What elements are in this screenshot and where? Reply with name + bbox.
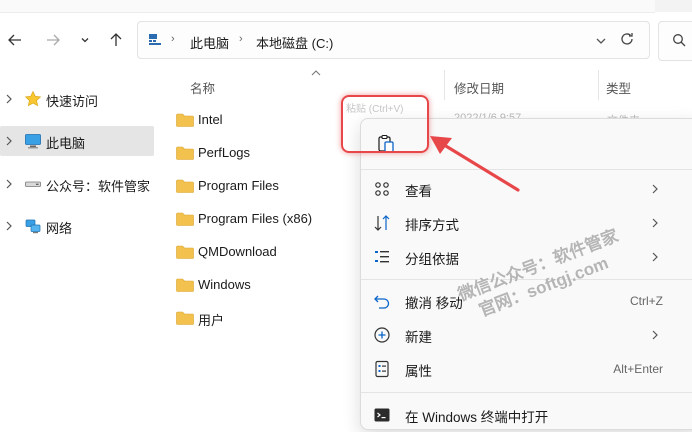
active-tab[interactable] — [0, 0, 655, 13]
list-item[interactable]: Program Files (x86) — [160, 203, 350, 235]
arrow-left-icon — [8, 34, 21, 46]
sidebar-item-label: 网络 — [46, 221, 73, 236]
menu-item-label: 在 Windows 终端中打开 — [405, 410, 549, 425]
sidebar-item-network[interactable]: 网络 — [0, 211, 154, 241]
menu-item-shortcut: Ctrl+Z — [630, 294, 663, 308]
file-name: 用户 — [198, 313, 225, 328]
menu-item-shortcut: Alt+Enter — [613, 362, 663, 376]
folder-icon — [176, 278, 194, 292]
list-item[interactable]: Program Files — [160, 170, 350, 202]
star-icon — [24, 90, 42, 107]
breadcrumb-separator-icon[interactable]: › — [239, 33, 243, 45]
menu-item-label: 新建 — [405, 330, 432, 345]
column-header-name[interactable]: 名称 — [190, 78, 215, 97]
menu-item-label: 排序方式 — [405, 218, 459, 233]
highlight-box — [341, 95, 429, 153]
menu-item-open-in-terminal[interactable]: 在 Windows 终端中打开 — [361, 398, 692, 432]
folder-icon — [176, 212, 194, 226]
file-name: Intel — [198, 112, 223, 127]
list-item[interactable]: QMDownload — [160, 236, 350, 268]
drive-icon — [25, 181, 41, 187]
file-name: Program Files — [198, 178, 279, 193]
list-item[interactable]: PerfLogs — [160, 137, 350, 169]
this-pc-icon — [149, 34, 161, 45]
file-name: PerfLogs — [198, 145, 251, 160]
grid-icon — [375, 182, 389, 196]
menu-item-label: 分组依据 — [405, 252, 459, 267]
chevron-right-icon — [652, 252, 658, 262]
address-history-chevron-icon[interactable] — [595, 35, 607, 47]
menu-item-label: 属性 — [405, 364, 432, 379]
breadcrumb-local-disk[interactable]: 本地磁盘 (C:) — [256, 33, 333, 52]
terminal-icon — [374, 408, 390, 422]
menu-item-sort-by[interactable]: 排序方式 — [361, 206, 692, 240]
chevron-right-icon[interactable] — [5, 179, 13, 189]
sidebar-item-quick-access[interactable]: 快速访问 — [0, 84, 154, 114]
file-name: QMDownload — [198, 244, 277, 259]
chevron-right-icon[interactable] — [5, 221, 13, 231]
sidebar-item-label: 公众号：软件管家 — [46, 179, 151, 194]
folder-icon — [176, 311, 194, 325]
file-name: Program Files (x86) — [198, 211, 313, 226]
sidebar-item-label: 此电脑 — [46, 136, 86, 151]
menu-item-properties[interactable]: 属性 Alt+Enter — [361, 352, 692, 386]
column-header-type[interactable]: 类型 — [606, 78, 631, 97]
chevron-down-icon — [81, 38, 89, 43]
search-box[interactable] — [658, 21, 692, 61]
menu-item-new[interactable]: 新建 — [361, 318, 692, 352]
navigation-toolbar: › 此电脑 › 本地磁盘 (C:) — [0, 18, 692, 62]
folder-icon — [176, 146, 194, 160]
computer-icon — [25, 134, 41, 149]
file-name: Windows — [198, 277, 251, 292]
breadcrumb-this-pc[interactable]: 此电脑 — [190, 33, 229, 52]
sidebar-item-drive[interactable]: 公众号：软件管家 — [0, 169, 154, 199]
menu-item-label: 撤消 移动 — [405, 296, 463, 311]
up-button[interactable] — [103, 18, 129, 62]
folder-icon — [176, 179, 194, 193]
chevron-right-icon[interactable] — [5, 136, 13, 146]
back-button[interactable] — [2, 18, 28, 62]
network-icon — [25, 219, 41, 234]
undo-icon — [374, 295, 390, 309]
search-icon — [673, 34, 686, 47]
folder-icon — [176, 113, 194, 127]
column-divider[interactable] — [444, 70, 445, 100]
list-item[interactable]: 用户 — [160, 302, 350, 334]
menu-separator — [361, 392, 692, 393]
chevron-right-icon — [652, 184, 658, 194]
arrow-right-icon — [47, 34, 60, 46]
sort-caret-up-icon — [311, 70, 321, 76]
navigation-pane: 快速访问 此电脑 公众号：软件管家 网络 — [0, 76, 156, 413]
chevron-right-icon — [652, 218, 658, 228]
column-divider[interactable] — [598, 70, 599, 100]
list-item[interactable]: Intel — [160, 104, 350, 136]
tab-strip — [0, 0, 692, 13]
chevron-right-icon[interactable] — [5, 94, 13, 104]
forward-button[interactable] — [40, 18, 66, 62]
new-icon — [374, 327, 390, 343]
folder-icon — [176, 245, 194, 259]
properties-icon — [375, 360, 389, 378]
recent-locations-button[interactable] — [72, 18, 98, 62]
group-icon — [375, 251, 389, 263]
address-bar[interactable]: › 此电脑 › 本地磁盘 (C:) — [137, 21, 650, 59]
sidebar-item-this-pc[interactable]: 此电脑 — [0, 126, 154, 156]
annotation-arrow-icon — [430, 136, 520, 192]
refresh-icon[interactable] — [619, 31, 635, 47]
column-header-modified[interactable]: 修改日期 — [454, 78, 504, 97]
chevron-right-icon — [652, 330, 658, 340]
sidebar-item-label: 快速访问 — [46, 94, 99, 109]
sort-icon — [374, 215, 390, 231]
breadcrumb-separator-icon[interactable]: › — [171, 33, 175, 45]
list-item[interactable]: Windows — [160, 269, 350, 301]
arrow-up-icon — [110, 33, 122, 46]
